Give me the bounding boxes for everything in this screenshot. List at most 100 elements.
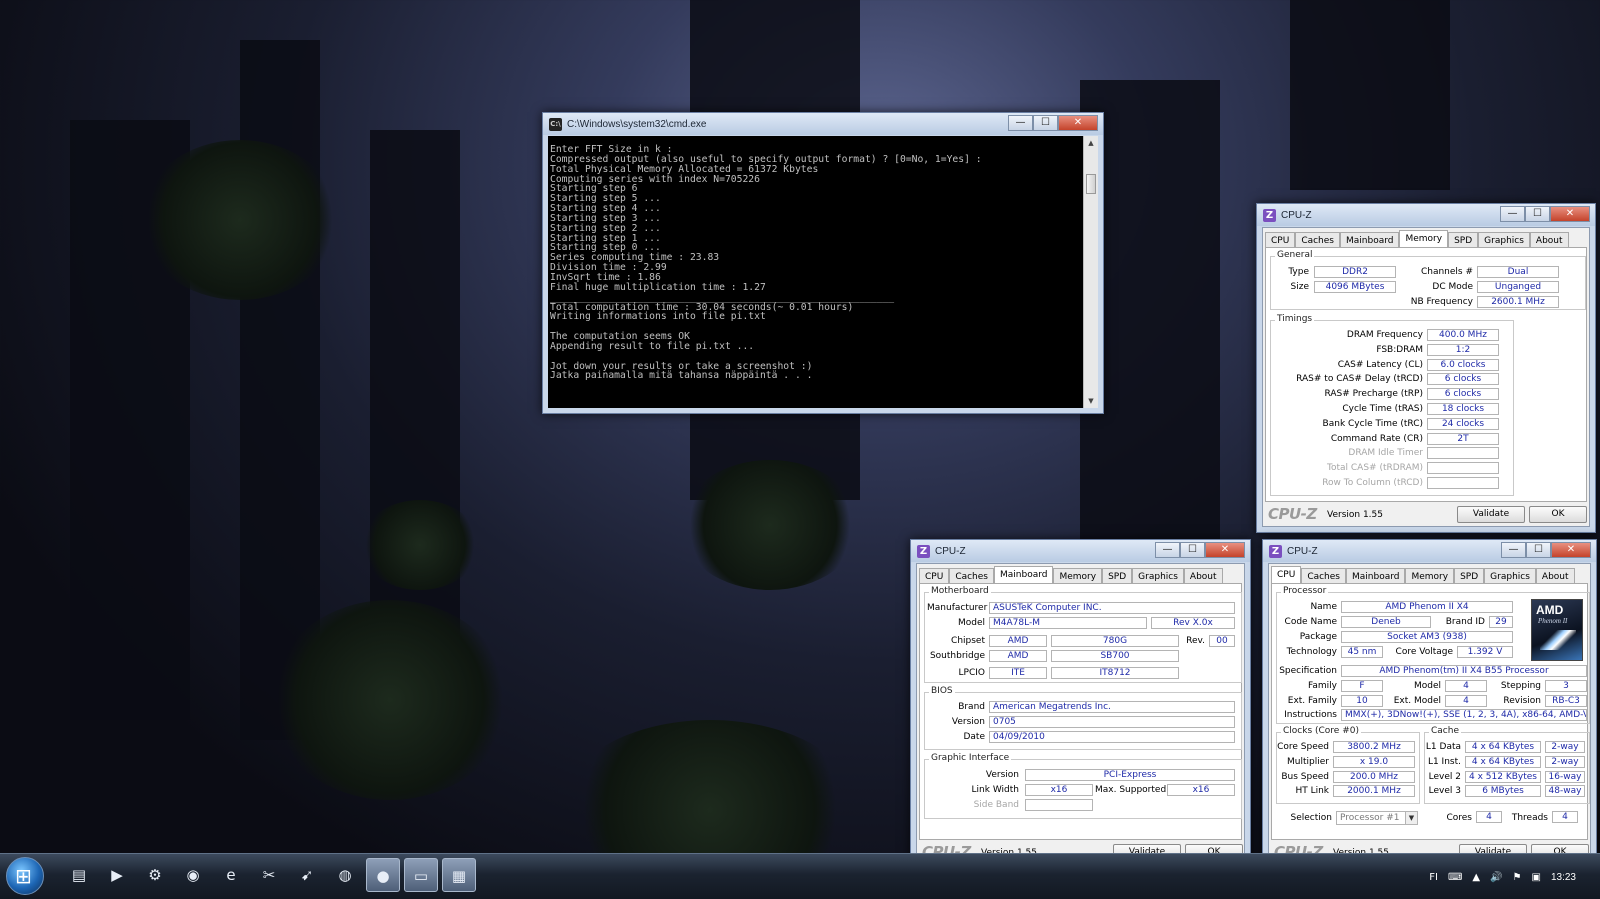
scroll-up-arrow-icon[interactable]: ▲: [1084, 136, 1098, 150]
bird-icon[interactable]: ➹: [290, 858, 324, 892]
level3-label: Level 3: [1428, 786, 1461, 796]
specification-value: AMD Phenom(tm) II X4 B55 Processor: [1341, 665, 1587, 677]
ht-link-value: 2000.1 MHz: [1333, 785, 1415, 797]
close-button[interactable]: ✕: [1205, 542, 1245, 558]
cpuz-tabs: CPU Caches Mainboard Memory SPD Graphics…: [919, 566, 1223, 585]
globe-icon[interactable]: ◍: [328, 858, 362, 892]
cpuz-mainboard-window[interactable]: Z CPU-Z — ☐ ✕ CPU Caches Mainboard Memor…: [910, 539, 1251, 871]
ht-link-label: HT Link: [1295, 786, 1329, 796]
flag-icon[interactable]: ⚑: [1513, 872, 1522, 883]
general-group: General Type DDR2 Size 4096 MBytes Chann…: [1270, 250, 1586, 310]
bios-label: BIOS: [929, 686, 955, 696]
technology-value: 45 nm: [1341, 646, 1383, 658]
cpuz-memory-window[interactable]: Z CPU-Z — ☐ ✕ CPU Caches Mainboard Memor…: [1256, 203, 1596, 533]
codename-value: Deneb: [1341, 616, 1431, 628]
l1-data-label: L1 Data: [1425, 742, 1461, 752]
minimize-button[interactable]: —: [1155, 542, 1180, 558]
media-player-icon[interactable]: ▶: [100, 858, 134, 892]
scroll-down-arrow-icon[interactable]: ▼: [1084, 394, 1098, 408]
timing-value: [1427, 477, 1499, 489]
l1-inst-value: 4 x 64 KBytes: [1465, 756, 1541, 768]
validate-button[interactable]: Validate: [1457, 506, 1525, 523]
calculator-icon[interactable]: ▦: [442, 858, 476, 892]
cpuz-titlebar[interactable]: Z CPU-Z — ☐ ✕: [1263, 540, 1596, 562]
bios-group: BIOS Brand American Megatrends Inc. Vers…: [924, 686, 1242, 750]
start-button[interactable]: ⊞: [6, 857, 44, 895]
general-label: General: [1275, 250, 1315, 260]
cpuz-version: Version 1.55: [1327, 510, 1383, 520]
cmd-titlebar[interactable]: C:\ C:\Windows\system32\cmd.exe — ☐ ✕: [543, 113, 1103, 135]
disc-icon[interactable]: ◉: [176, 858, 210, 892]
system-tray: FI ⌨ ▲ 🔊 ⚑ ▣ 13:23: [1429, 854, 1600, 899]
folder-icon[interactable]: ▤: [62, 858, 96, 892]
cpuz-logo: CPU-Z: [1268, 505, 1317, 523]
cpuz-title: CPU-Z: [1281, 209, 1312, 221]
cpuz-cpu-window[interactable]: Z CPU-Z — ☐ ✕ CPU Caches Mainboard Memor…: [1262, 539, 1597, 871]
timing-value: 1:2: [1427, 343, 1499, 356]
processor-group: Processor Name AMD Phenom II X4 Code Nam…: [1276, 586, 1590, 724]
cpuz-footer: CPU-Z Version 1.55 Validate OK: [1263, 503, 1589, 526]
graphic-interface-label: Graphic Interface: [929, 753, 1012, 763]
model-value: 4: [1445, 680, 1487, 692]
model-value: M4A78L-M: [989, 617, 1147, 629]
close-button[interactable]: ✕: [1551, 542, 1591, 558]
cpuz-titlebar[interactable]: Z CPU-Z — ☐ ✕: [1257, 204, 1595, 226]
maximize-button[interactable]: ☐: [1180, 542, 1205, 558]
close-button[interactable]: ✕: [1550, 206, 1590, 222]
cmd-scrollbar[interactable]: ▲ ▼: [1083, 136, 1098, 408]
amd-logo-subtext: Phenom II: [1538, 617, 1568, 625]
l1-data-value: 4 x 64 KBytes: [1465, 741, 1541, 753]
internet-explorer-icon[interactable]: e: [214, 858, 248, 892]
dc-mode-value: Unganged: [1477, 281, 1559, 293]
threads-value: 4: [1552, 811, 1578, 823]
ext-family-label: Ext. Family: [1287, 696, 1337, 706]
network-icon[interactable]: ▣: [1532, 872, 1541, 883]
cpuz-titlebar[interactable]: Z CPU-Z — ☐ ✕: [911, 540, 1250, 562]
cpuz-tabs: CPU Caches Mainboard Memory SPD Graphics…: [1271, 566, 1575, 585]
package-value: Socket AM3 (938): [1341, 631, 1513, 643]
volume-icon[interactable]: 🔊: [1490, 872, 1502, 883]
bus-speed-value: 200.0 MHz: [1333, 771, 1415, 783]
level3-way-value: 48-way: [1545, 785, 1585, 797]
maximize-button[interactable]: ☐: [1033, 115, 1058, 131]
bus-speed-label: Bus Speed: [1281, 772, 1329, 782]
tools-icon[interactable]: ✂: [252, 858, 286, 892]
brand-id-value: 29: [1489, 616, 1513, 628]
cmd-console[interactable]: Enter FFT Size in k : Compressed output …: [548, 136, 1098, 408]
clocks-group: Clocks (Core #0) Core Speed 3800.2 MHz M…: [1276, 726, 1420, 804]
scroll-thumb[interactable]: [1086, 174, 1096, 194]
keyboard-icon[interactable]: ⌨: [1448, 872, 1462, 883]
steam-icon[interactable]: ⚙: [138, 858, 172, 892]
timing-value: 18 clocks: [1427, 403, 1499, 415]
side-band-label: Side Band: [973, 800, 1019, 810]
cache-label: Cache: [1429, 726, 1461, 736]
cpuz-body: CPU Caches Mainboard Memory SPD Graphics…: [1262, 227, 1590, 527]
chipset-label: Chipset: [951, 636, 985, 646]
clock[interactable]: 13:23: [1551, 872, 1576, 883]
chipset-rev-label: Rev.: [1186, 636, 1205, 646]
cmd-taskbar-icon[interactable]: ▭: [404, 858, 438, 892]
lpcio-vendor-value: ITE: [989, 667, 1047, 679]
processor-selection-dropdown[interactable]: Processor #1 ▼: [1336, 811, 1418, 825]
chipset-vendor-value: AMD: [989, 635, 1047, 647]
chevron-down-icon[interactable]: ▼: [1405, 812, 1417, 824]
core-speed-value: 3800.2 MHz: [1333, 741, 1415, 753]
stepping-value: 3: [1545, 680, 1587, 692]
cpuz-body: CPU Caches Mainboard Memory SPD Graphics…: [916, 563, 1245, 865]
language-indicator[interactable]: FI: [1429, 872, 1438, 883]
minimize-button[interactable]: —: [1500, 206, 1525, 222]
bios-date-value: 04/09/2010: [989, 731, 1235, 743]
cpuz-taskbar-icon[interactable]: ●: [366, 858, 400, 892]
minimize-button[interactable]: —: [1501, 542, 1526, 558]
ok-button[interactable]: OK: [1529, 506, 1587, 523]
memory-size-value: 4096 MBytes: [1314, 281, 1396, 293]
manufacturer-label: Manufacturer: [927, 603, 988, 613]
close-button[interactable]: ✕: [1058, 115, 1098, 131]
codename-label: Code Name: [1284, 617, 1337, 627]
maximize-button[interactable]: ☐: [1525, 206, 1550, 222]
show-hidden-icons-icon[interactable]: ▲: [1472, 872, 1480, 883]
cmd-window[interactable]: C:\ C:\Windows\system32\cmd.exe — ☐ ✕ En…: [542, 112, 1104, 414]
maximize-button[interactable]: ☐: [1526, 542, 1551, 558]
model-label: Model: [957, 618, 985, 628]
minimize-button[interactable]: —: [1008, 115, 1033, 131]
